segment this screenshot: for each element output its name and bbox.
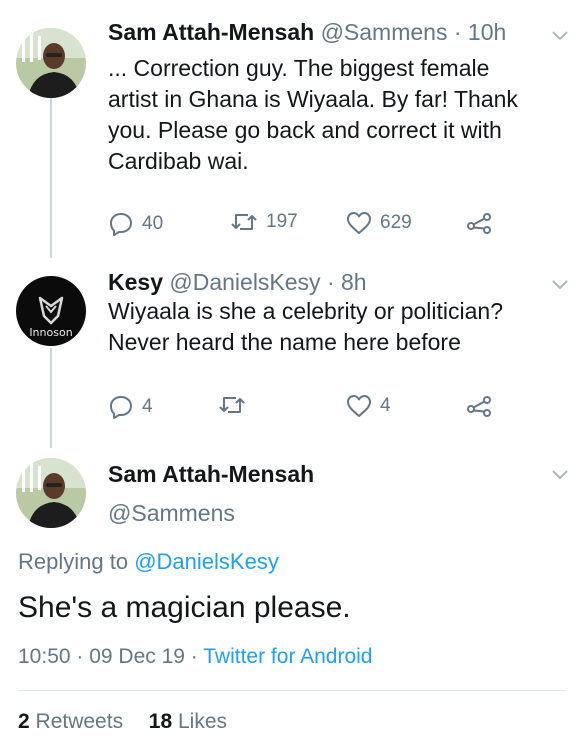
tweet-text: Wiyaala is she a celebrity or politician… bbox=[108, 296, 503, 358]
avatar[interactable] bbox=[16, 458, 86, 528]
retweets-count: 2 bbox=[18, 710, 30, 733]
avatar-logo-text: Innoson bbox=[29, 326, 73, 339]
avatar[interactable]: Innoson bbox=[16, 276, 86, 346]
replying-to-link[interactable]: @DanielsKesy bbox=[134, 549, 279, 574]
tweet-text: ... Correction guy. The biggest female a… bbox=[108, 53, 518, 177]
likes-stat[interactable]: 18 Likes bbox=[149, 710, 227, 733]
tweet-text-line: artist in Ghana is Wiyaala. By far! Than… bbox=[108, 86, 518, 112]
avatar[interactable] bbox=[16, 28, 86, 98]
retweet-count: 197 bbox=[266, 211, 298, 232]
author-handle[interactable]: @Sammens bbox=[108, 500, 235, 527]
thread-line bbox=[50, 348, 52, 448]
chevron-down-icon[interactable] bbox=[552, 280, 568, 290]
share-icon bbox=[467, 396, 491, 417]
share-button[interactable] bbox=[466, 211, 494, 235]
tweet-text-line: Never heard the name here before bbox=[108, 329, 461, 355]
retweet-button[interactable]: 197 bbox=[230, 211, 298, 233]
divider bbox=[18, 690, 566, 691]
tweet-time: 10h bbox=[467, 19, 507, 45]
reply-count: 4 bbox=[142, 396, 153, 417]
tweet-text: She's a magician please. bbox=[18, 591, 351, 624]
tweet-text-line: Cardibab wai. bbox=[108, 148, 249, 174]
like-icon bbox=[347, 395, 371, 417]
tweet-time: 8h bbox=[341, 269, 367, 295]
reply-button[interactable]: 40 bbox=[108, 211, 163, 237]
replying-to: Replying to @DanielsKesy bbox=[18, 549, 279, 575]
likes-label: Likes bbox=[177, 710, 227, 733]
replying-prefix: Replying to bbox=[18, 549, 129, 574]
reply-button[interactable]: 4 bbox=[108, 394, 153, 420]
tweet-timestamp: 10:50 · 09 Dec 19 · bbox=[18, 645, 198, 668]
author-name[interactable]: Sam Attah-Mensah bbox=[108, 19, 314, 45]
author-handle[interactable]: @DanielsKesy bbox=[169, 269, 320, 295]
reply-icon bbox=[110, 396, 132, 419]
retweet-icon bbox=[231, 214, 257, 230]
reply-count: 40 bbox=[142, 213, 164, 234]
like-button[interactable]: 4 bbox=[346, 394, 391, 418]
author-name[interactable]: Sam Attah-Mensah bbox=[108, 461, 314, 488]
like-count: 629 bbox=[380, 212, 412, 233]
retweets-label: Retweets bbox=[35, 710, 124, 733]
separator-dot: · bbox=[453, 19, 462, 45]
chevron-down-icon[interactable] bbox=[552, 31, 568, 41]
chevron-down-icon[interactable] bbox=[552, 470, 568, 480]
tweet-source-link[interactable]: Twitter for Android bbox=[203, 645, 372, 668]
like-button[interactable]: 629 bbox=[346, 211, 412, 235]
tweet-header: Kesy @DanielsKesy · 8h bbox=[108, 268, 367, 296]
tweet-meta: 10:50 · 09 Dec 19 · Twitter for Android bbox=[18, 645, 373, 669]
tweet-actions: 4 4 bbox=[108, 394, 568, 424]
author-handle[interactable]: @Sammens bbox=[321, 19, 448, 45]
tweet-text-line: Wiyaala is she a celebrity or politician… bbox=[108, 298, 504, 324]
thread-line bbox=[50, 98, 52, 258]
like-icon bbox=[347, 212, 371, 234]
tweet-header: Sam Attah-Mensah @Sammens · 10h bbox=[108, 18, 506, 46]
tweet-text-line: you. Please go back and correct it with bbox=[108, 117, 502, 143]
tweet-text-line: ... Correction guy. The biggest female bbox=[108, 55, 490, 81]
reply-icon bbox=[110, 213, 132, 236]
retweet-icon bbox=[219, 397, 245, 413]
tweet-actions: 40 197 629 bbox=[108, 211, 568, 241]
share-icon bbox=[467, 213, 491, 234]
likes-count: 18 bbox=[148, 710, 173, 733]
share-button[interactable] bbox=[466, 394, 494, 418]
tweet-stats: 2 Retweets 18 Likes bbox=[18, 710, 227, 734]
author-name[interactable]: Kesy bbox=[108, 269, 163, 295]
retweet-button[interactable] bbox=[218, 394, 254, 416]
retweets-stat[interactable]: 2 Retweets bbox=[18, 710, 123, 733]
like-count: 4 bbox=[380, 395, 391, 416]
separator-dot: · bbox=[326, 269, 335, 295]
